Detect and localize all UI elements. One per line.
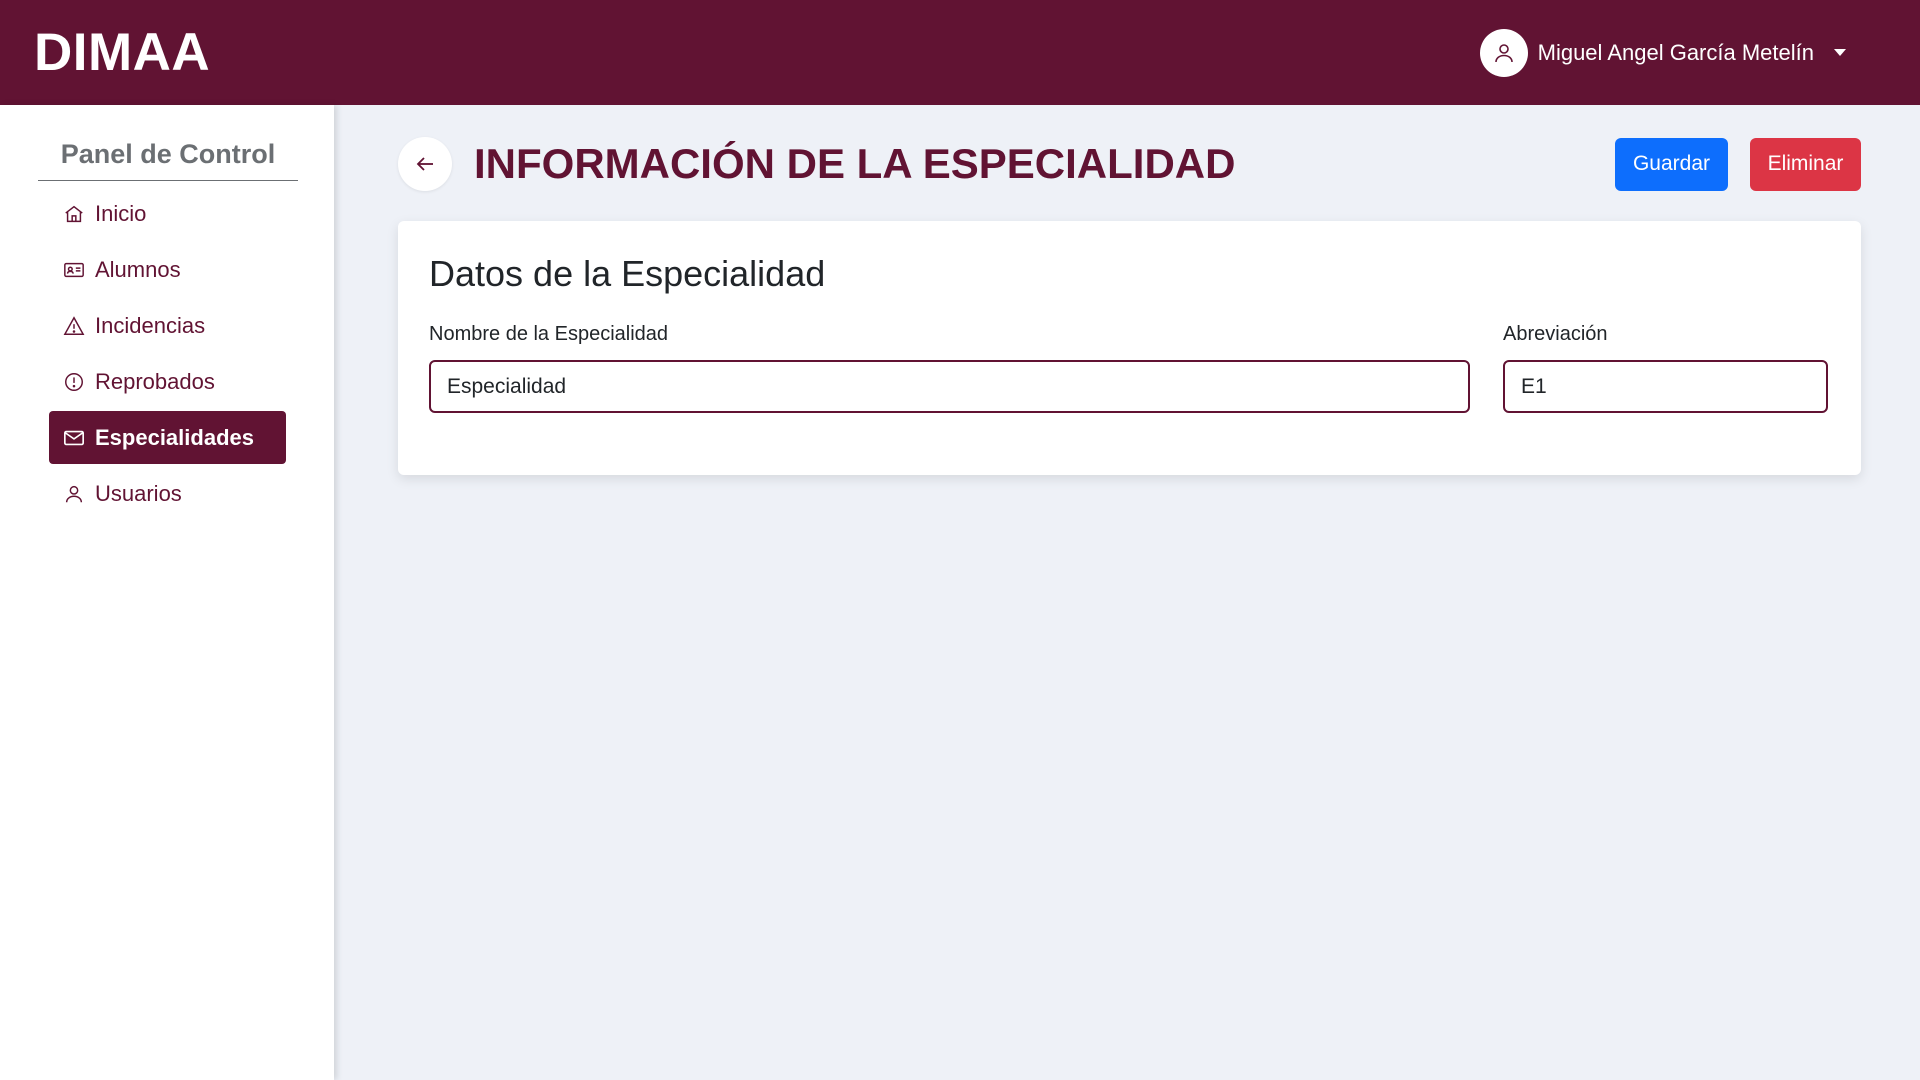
- sidebar-item-label: Incidencias: [95, 312, 206, 338]
- sidebar-item-alumnos[interactable]: Alumnos: [49, 243, 286, 296]
- exclamation-circle-icon: [65, 372, 83, 391]
- app-logo[interactable]: DIMAA: [34, 22, 210, 83]
- user-menu[interactable]: Miguel Angel García Metelín: [1479, 28, 1846, 77]
- envelope-icon: [64, 430, 84, 445]
- sidebar-item-especialidades[interactable]: Especialidades: [49, 411, 286, 464]
- sidebar-title: Panel de Control: [38, 139, 298, 181]
- name-label: Nombre de la Especialidad: [429, 323, 669, 345]
- abbreviation-input[interactable]: [1503, 360, 1828, 413]
- page-header: INFORMACIÓN DE LA ESPECIALIDAD Guardar E…: [398, 137, 1861, 191]
- abbr-field-group: Abreviación: [1503, 323, 1828, 413]
- sidebar-item-usuarios[interactable]: Usuarios: [49, 467, 286, 520]
- top-bar: DIMAA Miguel Angel García Metelín: [0, 0, 1920, 105]
- sidebar-item-label: Usuarios: [95, 480, 182, 506]
- sidebar-item-label: Alumnos: [95, 256, 181, 282]
- back-button[interactable]: [398, 137, 452, 191]
- arrow-left-icon: [416, 157, 433, 171]
- main-content: INFORMACIÓN DE LA ESPECIALIDAD Guardar E…: [334, 105, 1920, 1080]
- avatar[interactable]: [1479, 28, 1528, 77]
- sidebar-item-label: Inicio: [95, 200, 147, 226]
- warning-triangle-icon: [63, 315, 85, 335]
- sidebar-item-incidencias[interactable]: Incidencias: [49, 299, 286, 352]
- user-icon: [65, 485, 83, 502]
- form-fields: Nombre de la Especialidad Abreviación: [429, 323, 1830, 413]
- specialty-card: Datos de la Especialidad Nombre de la Es…: [398, 221, 1861, 475]
- save-button[interactable]: Guardar: [1615, 137, 1728, 191]
- sidebar-item-reprobados[interactable]: Reprobados: [49, 355, 286, 408]
- user-icon: [1494, 43, 1513, 62]
- delete-button[interactable]: Eliminar: [1750, 137, 1861, 191]
- card-title: Datos de la Especialidad: [429, 253, 826, 294]
- home-icon: [65, 205, 83, 222]
- sidebar-item-label: Reprobados: [95, 368, 215, 394]
- user-name[interactable]: Miguel Angel García Metelín: [1538, 40, 1814, 66]
- sidebar-item-inicio[interactable]: Inicio: [49, 187, 286, 240]
- name-field-group: Nombre de la Especialidad: [429, 323, 1470, 413]
- sidebar-item-label: Especialidades: [95, 424, 254, 450]
- sidebar-nav: Inicio Alumnos Incidencias Reprobados Es…: [0, 187, 334, 520]
- specialty-name-input[interactable]: [429, 360, 1470, 413]
- abbr-label: Abreviación: [1503, 323, 1608, 345]
- header-actions: Guardar Eliminar: [1615, 137, 1861, 191]
- sidebar: Panel de Control Inicio Alumnos Incidenc…: [0, 105, 334, 1080]
- page-title: INFORMACIÓN DE LA ESPECIALIDAD: [474, 140, 1236, 187]
- id-card-icon: [64, 262, 84, 277]
- chevron-down-icon[interactable]: [1834, 49, 1846, 56]
